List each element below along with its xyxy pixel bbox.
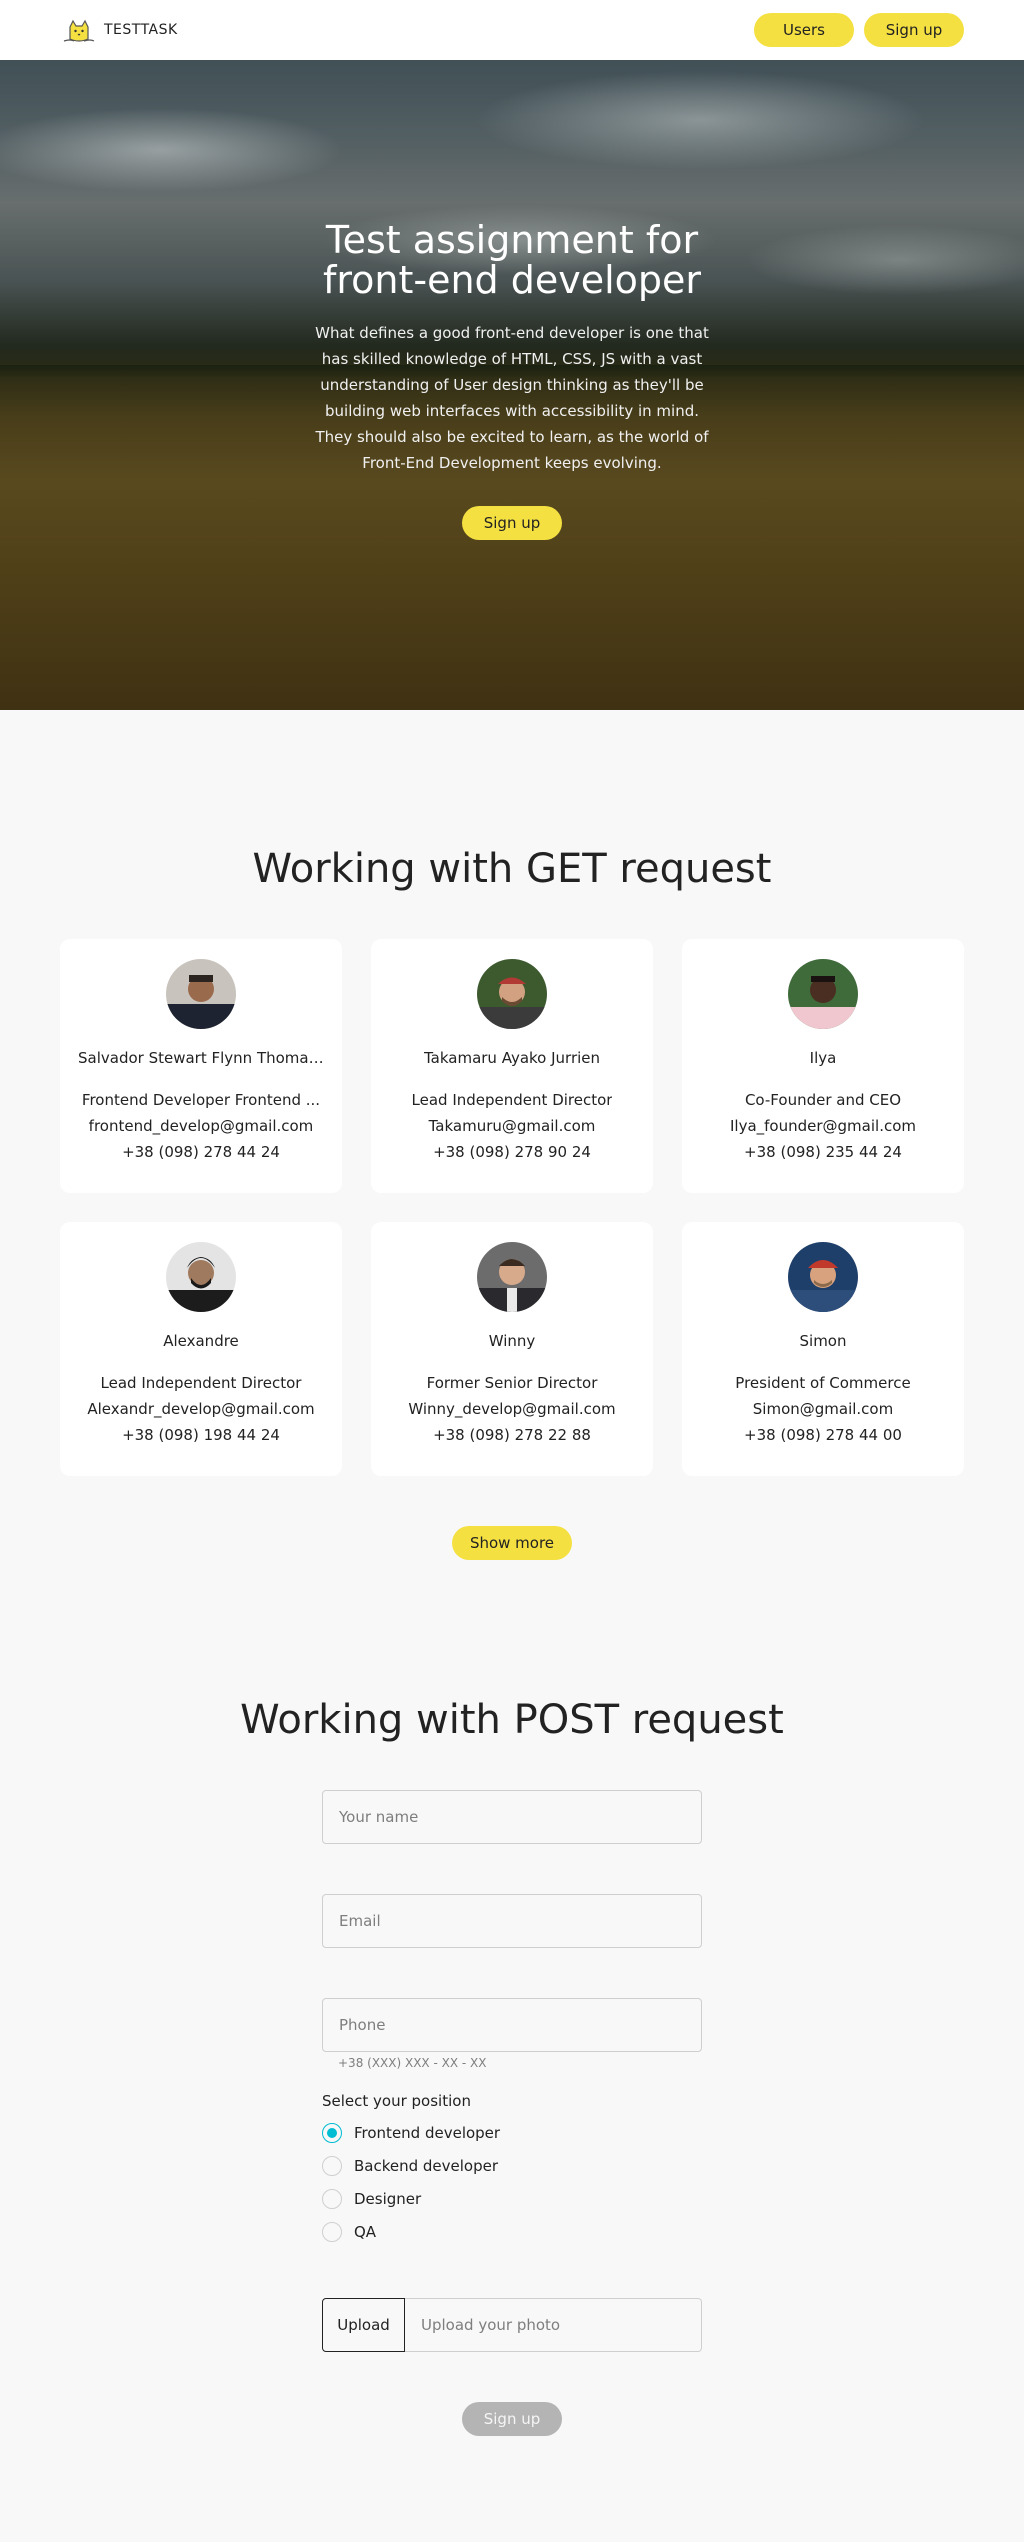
user-phone: +38 (098) 278 44 24 [122,1143,280,1161]
user-email: Takamuru@gmail.com [428,1117,596,1135]
user-phone: +38 (098) 278 90 24 [433,1143,591,1161]
user-card: Winny Former Senior Director Winny_devel… [371,1222,653,1476]
avatar [788,1242,858,1312]
avatar [477,959,547,1029]
phone-input[interactable]: Phone [322,1998,702,2052]
hero-content: Test assignment for front-end developer … [312,220,712,540]
user-card: Salvador Stewart Flynn Thomas... Fronten… [60,939,342,1193]
hero-banner: Test assignment for front-end developer … [0,60,1024,710]
user-position: Frontend Developer Frontend ... [81,1091,321,1109]
user-card: Takamaru Ayako Jurrien Lead Independent … [371,939,653,1193]
radio-button[interactable] [322,2221,342,2242]
position-option[interactable]: QA [322,2215,702,2248]
site-header: TESTTASK Users Sign up [0,0,1024,60]
user-info: Lead Independent Director Takamuru@gmail… [412,1087,613,1165]
phone-helper-text: +38 (XXX) XXX - XX - XX [338,2056,487,2070]
avatar [166,959,236,1029]
name-input[interactable]: Your name [322,1790,702,1844]
radio-button[interactable] [322,2155,342,2176]
user-position: Lead Independent Director [411,1091,613,1109]
avatar [477,1242,547,1312]
header-nav: Users Sign up [754,13,964,47]
user-info: Co-Founder and CEO Ilya_founder@gmail.co… [730,1087,916,1165]
position-option[interactable]: Designer [322,2182,702,2215]
user-card: Alexandre Lead Independent Director Alex… [60,1222,342,1476]
hero-title: Test assignment for front-end developer [322,218,702,302]
user-card: Ilya Co-Founder and CEO Ilya_founder@gma… [682,939,964,1193]
user-position: Former Senior Director [426,1374,598,1392]
user-phone: +38 (098) 278 22 88 [433,1426,591,1444]
user-card: Simon President of Commerce Simon@gmail.… [682,1222,964,1476]
user-email: frontend_develop@gmail.com [88,1117,314,1135]
user-info: Former Senior Director Winny_develop@gma… [408,1370,615,1448]
position-label: Designer [354,2189,422,2208]
position-radio-group: Frontend developer Backend developer Des… [322,2116,702,2248]
position-label: QA [354,2222,377,2241]
hero-description: What defines a good front-end developer … [315,324,709,472]
user-name: Winny [488,1332,536,1350]
user-info: Frontend Developer Frontend ... frontend… [82,1087,320,1165]
user-email: Simon@gmail.com [752,1400,894,1418]
hero-signup-button[interactable]: Sign up [462,506,562,540]
users-button[interactable]: Users [754,13,854,47]
user-name: Takamaru Ayako Jurrien [423,1049,601,1067]
show-more-button[interactable]: Show more [452,1526,572,1560]
form-signup-button[interactable]: Sign up [462,2402,562,2436]
email-input[interactable]: Email [322,1894,702,1948]
user-phone: +38 (098) 198 44 24 [122,1426,280,1444]
user-email: Ilya_founder@gmail.com [729,1117,916,1135]
position-option[interactable]: Backend developer [322,2149,702,2182]
user-phone: +38 (098) 235 44 24 [744,1143,902,1161]
logo[interactable]: TESTTASK [60,17,178,43]
avatar [166,1242,236,1312]
position-label: Frontend developer [354,2123,501,2142]
user-position: Co-Founder and CEO [744,1091,902,1109]
cat-logo-icon [63,19,95,42]
user-info: Lead Independent Director Alexandr_devel… [87,1370,314,1448]
upload-button[interactable]: Upload [322,2298,405,2352]
post-section-title: Working with POST request [240,1697,784,1743]
logo-text: TESTTASK [104,22,178,38]
signup-form: Your name Email Phone +38 (XXX) XXX - XX… [322,1790,702,2436]
user-email: Alexandr_develop@gmail.com [87,1400,315,1418]
user-email: Winny_develop@gmail.com [408,1400,616,1418]
photo-upload: Upload Upload your photo [322,2298,702,2352]
user-position: President of Commerce [735,1374,911,1392]
user-name: Alexandre [163,1332,239,1350]
position-option[interactable]: Frontend developer [322,2116,702,2149]
user-name: Salvador Stewart Flynn Thomas... [78,1049,324,1067]
users-grid: Salvador Stewart Flynn Thomas... Fronten… [60,939,964,1476]
user-info: President of Commerce Simon@gmail.com +3… [735,1370,910,1448]
upload-photo-field[interactable]: Upload your photo [405,2298,702,2352]
avatar [788,959,858,1029]
radio-button[interactable] [322,2122,342,2143]
get-section-title: Working with GET request [252,846,772,892]
user-name: Simon [799,1332,847,1350]
header-signup-button[interactable]: Sign up [864,13,964,47]
radio-button[interactable] [322,2188,342,2209]
user-name: Ilya [809,1049,837,1067]
position-label: Backend developer [354,2156,499,2175]
position-select-title: Select your position [322,2092,471,2110]
user-position: Lead Independent Director [100,1374,302,1392]
user-phone: +38 (098) 278 44 00 [744,1426,902,1444]
